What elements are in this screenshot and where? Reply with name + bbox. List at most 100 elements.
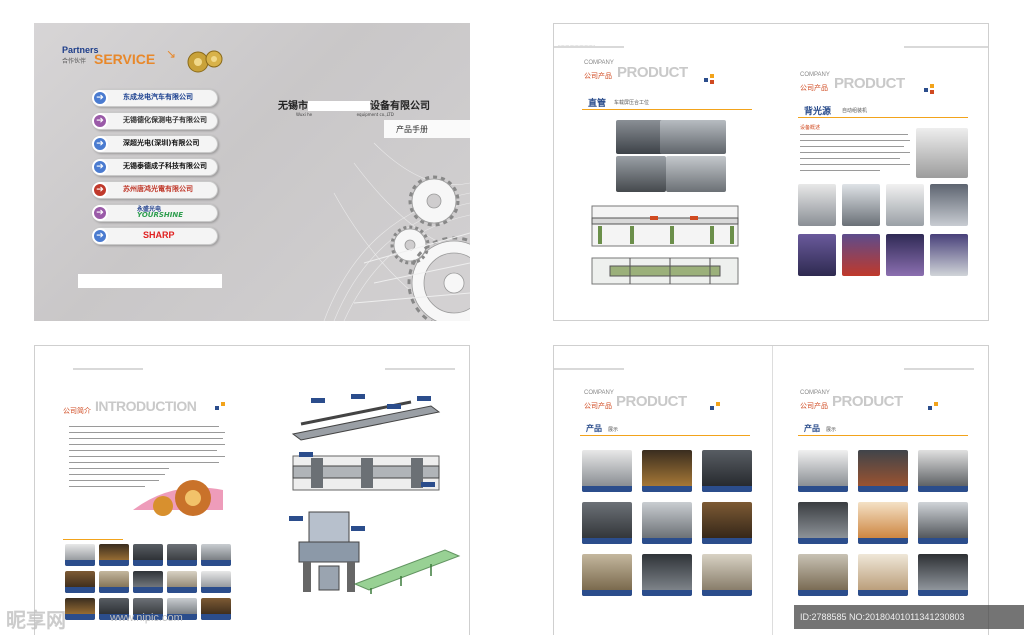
- deco-square: [704, 78, 708, 82]
- tag-main: 产品: [804, 424, 820, 433]
- product-title: PRODUCT: [617, 64, 688, 81]
- partner-name: 东成龙电汽车有限公司: [123, 93, 193, 101]
- partner-item: ➔ SHARP: [92, 227, 218, 245]
- watermark-site: www.nipic.com: [110, 612, 183, 624]
- deco-square: [934, 402, 938, 406]
- watermark-id: ID:2788585 NO:20180401011341230803: [794, 605, 1024, 629]
- product-photo: [666, 156, 726, 192]
- product-thumbnail: [918, 450, 968, 492]
- company-label: COMPANY: [584, 390, 614, 396]
- arrow-right-icon: ➔: [92, 205, 108, 221]
- deco-square: [928, 406, 932, 410]
- white-bar: [78, 274, 222, 288]
- company-en: Wuxi he equipment co.,LTD: [296, 112, 394, 117]
- cad-diagram: [591, 205, 739, 247]
- manual-label: 产品手册: [396, 125, 428, 134]
- tag-left: 产品 展示: [580, 422, 750, 436]
- header-line-right: [904, 46, 988, 48]
- product-thumbnail: [201, 544, 231, 566]
- partner-name: 深超光电(深圳)有限公司: [123, 139, 200, 147]
- partner-name: 无锡德化保测电子有限公司: [123, 116, 207, 124]
- product-thumbnail: [65, 598, 95, 620]
- product-thumbnail: [65, 571, 95, 593]
- spine: [772, 346, 773, 635]
- product-thumbnail: [99, 544, 129, 566]
- thumbnail-caption-bar: [642, 486, 692, 492]
- tag-right: 背光源 自动组装机: [798, 102, 968, 118]
- product-thumbnail: [858, 450, 908, 492]
- thumbnail-caption-bar: [167, 560, 197, 566]
- header-text: ·····························: [558, 43, 595, 48]
- deco-square: [930, 90, 934, 94]
- deco-square: [710, 406, 714, 410]
- gear-graphic: [133, 480, 223, 516]
- product-thumbnail: [133, 544, 163, 566]
- tag-left-main: 直管: [588, 99, 607, 109]
- partner-name: 苏州唐鸿光電有限公司: [123, 185, 193, 193]
- thumbnail-caption-bar: [702, 486, 752, 492]
- partner-name: SHARP: [143, 230, 175, 240]
- product-thumbnail: [886, 234, 924, 276]
- thumbnail-caption-bar: [858, 538, 908, 544]
- tag-left-sub: 车载屏压合工位: [614, 100, 650, 106]
- product-thumbnail: [842, 184, 880, 226]
- deco-square: [710, 74, 714, 78]
- conveyor-3d: [353, 549, 461, 594]
- thumbnail-caption-bar: [918, 538, 968, 544]
- arrow-right-icon: ➔: [92, 90, 108, 106]
- thumbnail-caption-bar: [167, 587, 197, 593]
- product-thumbnail: [99, 571, 129, 593]
- arrow-right-icon: ➔: [92, 113, 108, 129]
- cad-diagram: [591, 257, 739, 285]
- thumbnail-caption-bar: [642, 590, 692, 596]
- thumbnail-caption-bar: [65, 560, 95, 566]
- body-text: [800, 132, 910, 178]
- thumbnail-caption-bar: [133, 560, 163, 566]
- product-thumbnail: [798, 502, 848, 544]
- header-line: [554, 368, 624, 370]
- thumbnail-caption-bar: [99, 587, 129, 593]
- product-thumbnail: [918, 554, 968, 596]
- product-thumbnail: [798, 554, 848, 596]
- thumbnail-caption-bar: [201, 587, 231, 593]
- small-tag: [63, 530, 123, 540]
- arrow-right-icon: ➔: [92, 136, 108, 152]
- thumbnail-caption-bar: [201, 614, 231, 620]
- thumbnail-caption-bar: [582, 538, 632, 544]
- product-thumbnail: [582, 554, 632, 596]
- product-thumbnail: [582, 502, 632, 544]
- product-thumbnail: [642, 554, 692, 596]
- partner-item: ➔ 东成龙电汽车有限公司: [92, 89, 218, 107]
- partner-name: 无锡泰德成子科技有限公司: [123, 162, 207, 170]
- product-thumbnail: [798, 450, 848, 492]
- partner-name: YOURSHINE: [137, 211, 183, 219]
- partner-item: ➔ 深超光电(深圳)有限公司: [92, 135, 218, 153]
- right-heading: 设备概述: [800, 125, 821, 131]
- thumbnail-caption-bar: [582, 486, 632, 492]
- tag-left: 直管 车载屏压合工位: [582, 94, 752, 110]
- tag-sub: 展示: [608, 427, 619, 433]
- section-cn: 公司产品: [584, 402, 612, 410]
- section-cn: 公司产品: [800, 402, 828, 410]
- deco-square: [710, 80, 714, 84]
- product-thumbnail: [886, 184, 924, 226]
- section-cn: 公司产品: [800, 84, 828, 92]
- deco-square: [215, 406, 219, 410]
- thumbnail-caption-bar: [798, 590, 848, 596]
- company-label: COMPANY: [800, 390, 830, 396]
- thumbnail-caption-bar: [582, 590, 632, 596]
- header-line-right: [385, 368, 455, 370]
- product-thumbnail: [201, 598, 231, 620]
- company-name-left: 无锡市: [278, 101, 308, 112]
- product-thumbnail: [842, 234, 880, 276]
- product-thumbnail: [133, 571, 163, 593]
- thumbnail-caption-bar: [133, 587, 163, 593]
- product-thumbnail: [201, 571, 231, 593]
- arrow-icon: ↘: [166, 47, 177, 61]
- deco-square: [924, 88, 928, 92]
- tag-right: 产品 展示: [798, 422, 968, 436]
- product-title: PRODUCT: [616, 393, 687, 410]
- thumbnail-caption-bar: [642, 538, 692, 544]
- header-line-right: [904, 368, 974, 370]
- arrow-right-icon: ➔: [92, 182, 108, 198]
